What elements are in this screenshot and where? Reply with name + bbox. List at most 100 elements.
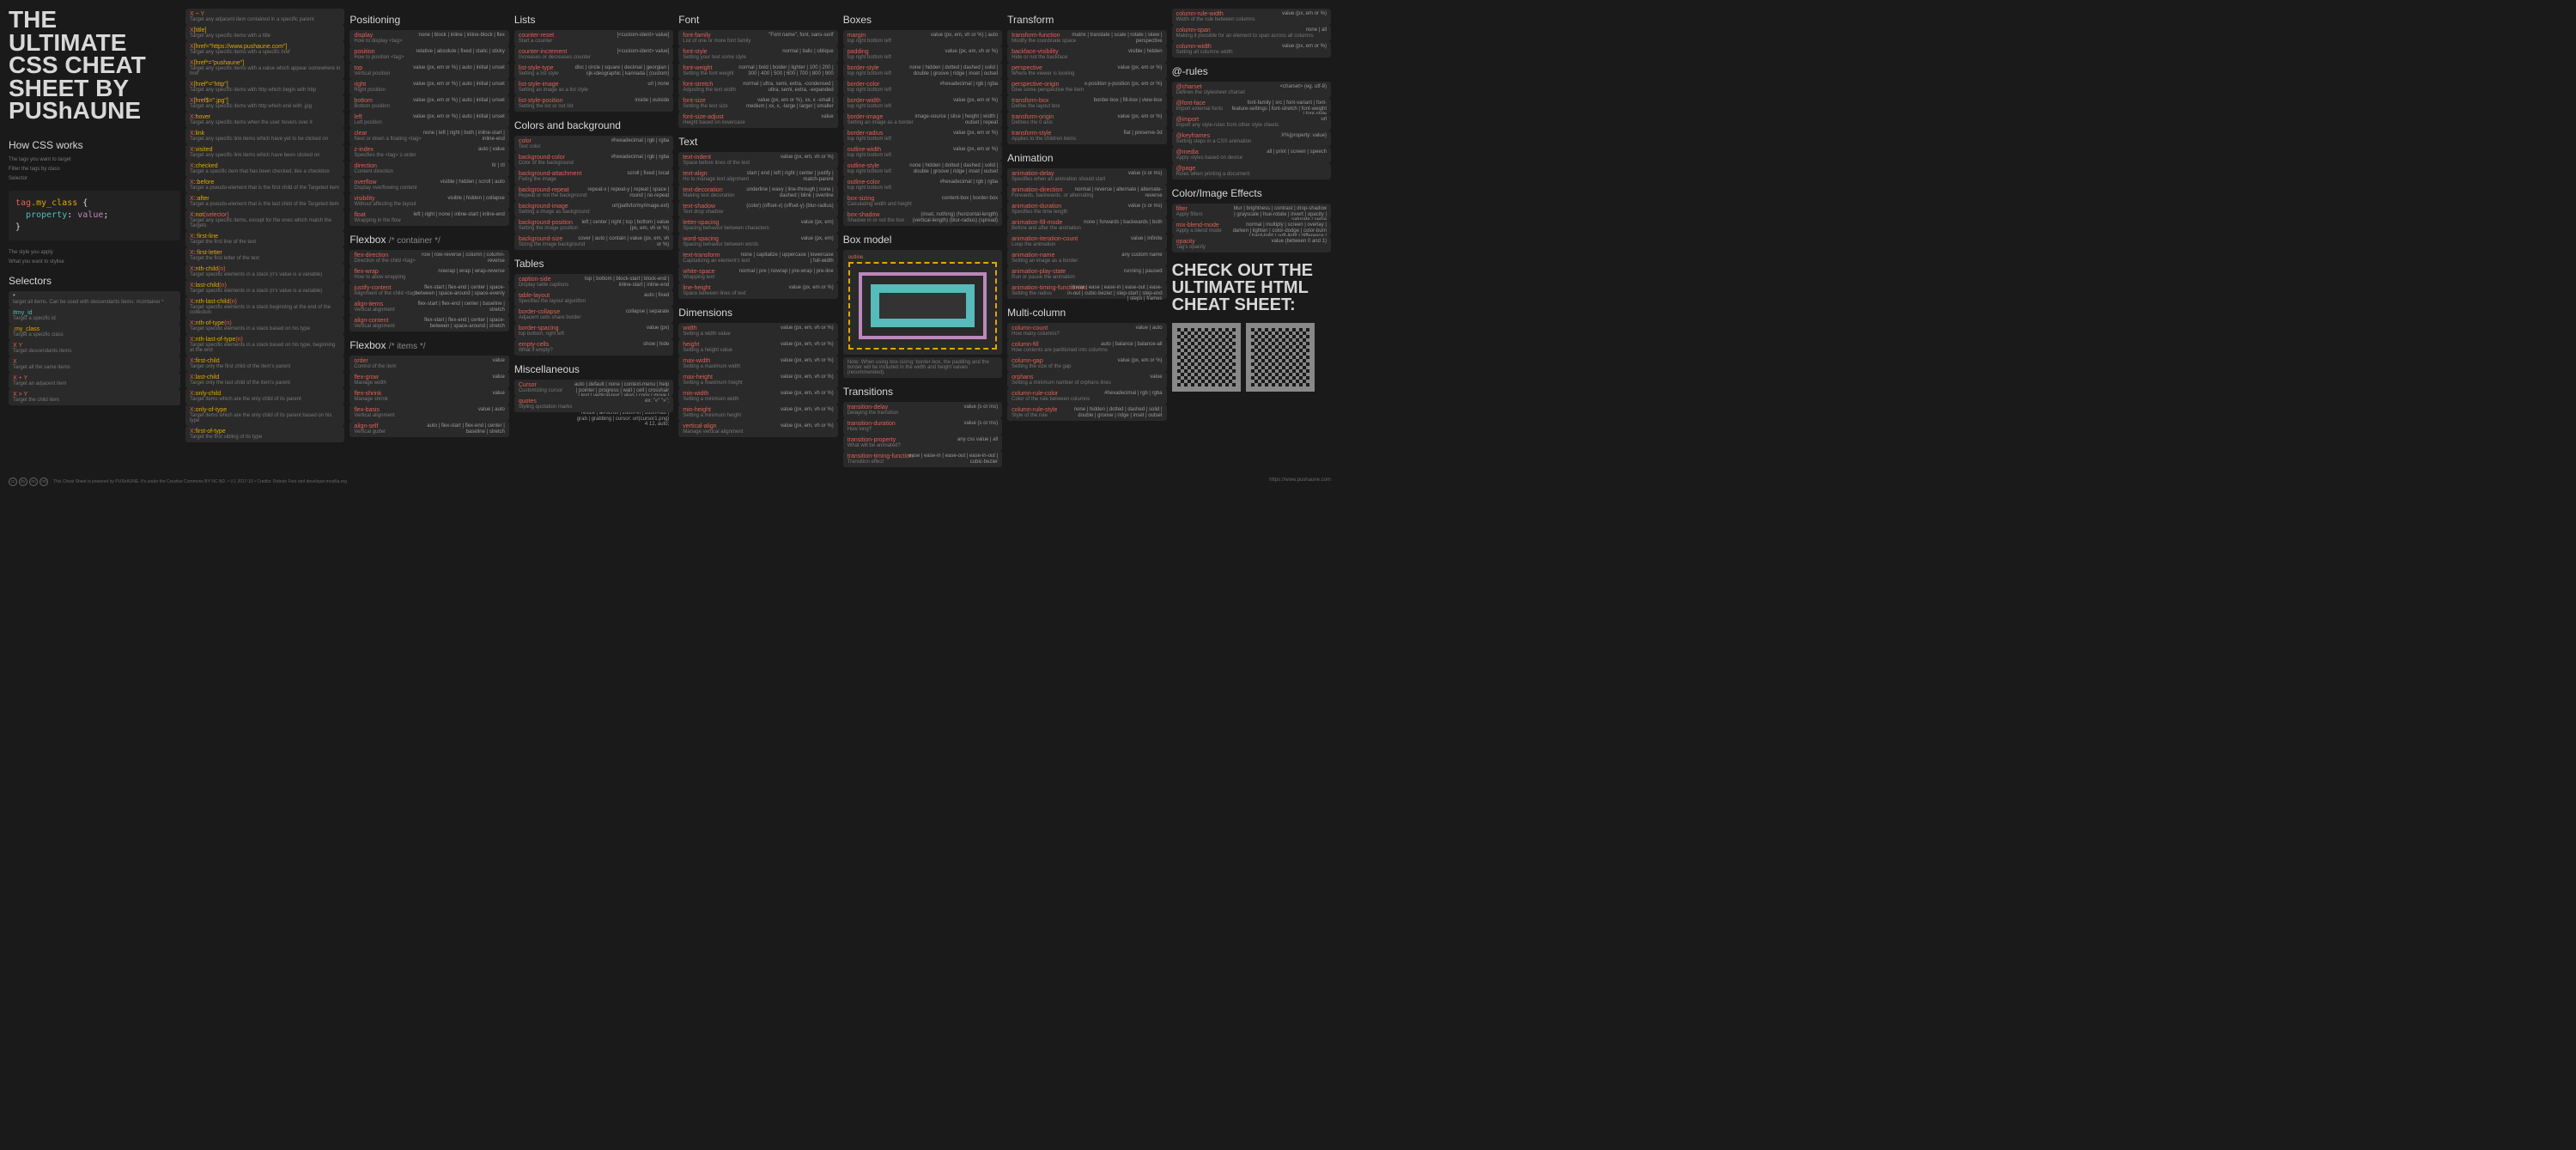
property-card: mix-blend-modenormal | multiply | screen… bbox=[1172, 220, 1331, 236]
property-card: box-sizingcontent-box | border-boxCalcul… bbox=[843, 193, 1002, 210]
property-card: letter-spacingvalue (px, em)Spacing beha… bbox=[678, 217, 837, 234]
property-name: color bbox=[519, 138, 532, 144]
selector-card: X > YTarget the child item bbox=[9, 389, 180, 405]
property-name: animation-fill-mode bbox=[1012, 220, 1062, 226]
selector-desc: Target descendants items bbox=[13, 349, 176, 354]
property-values: auto | balance | balance-all bbox=[1101, 342, 1163, 348]
property-values: #hexadecimal | rgb | rgba bbox=[940, 179, 999, 186]
property-desc: Calculating width and height bbox=[848, 202, 998, 207]
property-name: outline-color bbox=[848, 179, 880, 186]
property-desc: Color of the background bbox=[519, 161, 669, 166]
property-name: caption-side bbox=[519, 277, 551, 283]
selector-name: X:last-child bbox=[190, 374, 219, 380]
property-card: flex-shrinkvalueManage shrink bbox=[349, 388, 508, 405]
property-card: widthvalue (px, em, vh or %)Setting a wi… bbox=[678, 323, 837, 339]
property-values: <charset> (eg. utf-8) bbox=[1280, 84, 1327, 90]
property-values: value bbox=[493, 391, 505, 397]
property-card: outline-stylenone | hidden | dotted | da… bbox=[843, 161, 1002, 177]
selector-card: X:checkedTarget a specific item that has… bbox=[185, 161, 344, 177]
property-values: start | end | left | right | center | ju… bbox=[738, 171, 833, 182]
flexbox-items-heading: Flexbox /* items */ bbox=[349, 339, 508, 351]
property-name: @page bbox=[1176, 166, 1196, 172]
property-values: disc | circle | square | decimal | georg… bbox=[574, 65, 669, 76]
property-card: counter-increment[<custom-ident> value]I… bbox=[514, 46, 673, 63]
property-name: outline-style bbox=[848, 163, 879, 169]
selector-name: X:nth-last-of-type(n) bbox=[190, 337, 243, 343]
property-name: @charset bbox=[1176, 84, 1202, 90]
property-name: min-width bbox=[683, 391, 708, 397]
property-values: ex: "«" "»"; bbox=[645, 399, 669, 405]
property-card: empty-cellsshow | hideWhat if empty? bbox=[514, 339, 673, 356]
property-card: text-align start | end | left | right | c… bbox=[678, 168, 837, 185]
property-desc: Defines the 0 axis bbox=[1012, 120, 1162, 125]
property-desc: Setting a minimum number of orphans line… bbox=[1012, 380, 1162, 386]
property-values: none | left | right | both | inline-star… bbox=[410, 131, 505, 142]
selector-name: X:not(selector) bbox=[190, 212, 229, 218]
property-name: justify-content bbox=[354, 285, 391, 291]
property-values: flat | preserve-3d bbox=[1124, 131, 1163, 137]
property-card: column-rule-stylenone | hidden | dotted … bbox=[1007, 405, 1166, 421]
property-name: text-align bbox=[683, 171, 707, 177]
selector-desc: Target a specific class bbox=[13, 332, 176, 338]
property-values: [<custom-ident> value] bbox=[617, 33, 670, 39]
property-values: all | print | screen | speech bbox=[1267, 149, 1327, 155]
property-name: mix-blend-mode bbox=[1176, 222, 1219, 228]
property-card: border-stylenone | hidden | dotted | das… bbox=[843, 63, 1002, 79]
selector-desc: Target specific elements in a stack (n's… bbox=[190, 272, 340, 277]
property-card: background-imageurl(path/to/my/image.ext… bbox=[514, 201, 673, 217]
property-name: text-shadow bbox=[683, 204, 715, 210]
property-card: transform-functionmatrix | translate | s… bbox=[1007, 30, 1166, 46]
property-values: inside | outside bbox=[635, 98, 669, 104]
property-name: font-size bbox=[683, 98, 705, 104]
property-values: visible | hidden | collapse bbox=[447, 196, 505, 202]
property-desc: Space between lines of text bbox=[683, 291, 833, 296]
property-name: animation-name bbox=[1012, 253, 1054, 259]
property-values: value (px, em or %) bbox=[1118, 65, 1163, 71]
property-card: animation-durationvalue (s or ms)Specifi… bbox=[1007, 201, 1166, 217]
property-values: #hexadecimal | rgb | rgba bbox=[611, 138, 670, 144]
property-desc: Spacing behavior between words bbox=[683, 242, 833, 247]
property-card: min-widthvalue (px, em, vh or %)Setting … bbox=[678, 388, 837, 405]
property-values: ease | ease-in | ease-out | ease-in-out … bbox=[902, 453, 998, 465]
property-values: value | infinite bbox=[1131, 236, 1163, 242]
property-card: background-color#hexadecimal | rgb | rgb… bbox=[514, 152, 673, 168]
selector-desc: target all items. Can be used with desce… bbox=[13, 300, 176, 305]
property-values: value (px, em or %) | auto | initial | u… bbox=[413, 65, 505, 71]
css-example: tag.my_class { property: value; } bbox=[9, 191, 180, 240]
box-model-diagram: outline bbox=[843, 250, 1002, 355]
property-values: normal | pre | nowrap | pre-wrap | pre-l… bbox=[739, 269, 834, 275]
property-name: border-spacing bbox=[519, 326, 559, 332]
property-name: min-height bbox=[683, 407, 711, 413]
property-name: line-height bbox=[683, 285, 710, 291]
property-name: @font-face bbox=[1176, 100, 1206, 106]
boxmodel-heading: Box model bbox=[843, 234, 1002, 246]
col-boxes: Boxes marginvalue (px, em, vh or %) | au… bbox=[843, 9, 1002, 467]
property-card: border-color#hexadecimal | rgb | rgbatop… bbox=[843, 79, 1002, 95]
property-name: table-layout bbox=[519, 293, 550, 299]
property-desc: Tag's opacity bbox=[1176, 245, 1327, 250]
property-values: value (px, em, vh or %) bbox=[781, 374, 834, 380]
property-values: none | hidden | dotted | dashed | solid … bbox=[902, 65, 998, 76]
property-name: align-self bbox=[354, 423, 378, 429]
selector-card: X:last-childTarget only the last child o… bbox=[185, 372, 344, 388]
text-heading: Text bbox=[678, 136, 837, 148]
property-card: outline-color#hexadecimal | rgb | rgbato… bbox=[843, 177, 1002, 193]
property-desc: Width of the rule between columns bbox=[1176, 17, 1327, 22]
property-name: letter-spacing bbox=[683, 220, 719, 226]
property-card: line-heightvalue (px, em or %)Space betw… bbox=[678, 283, 837, 299]
property-card: @font-facefont-family | src | font-varia… bbox=[1172, 98, 1331, 114]
property-name: outline-width bbox=[848, 147, 881, 153]
property-card: animation-play-staterunning | pausedRun … bbox=[1007, 266, 1166, 283]
property-values: url | none bbox=[647, 82, 669, 88]
property-name: transform-origin bbox=[1012, 114, 1054, 120]
property-desc: Setting an image as a border bbox=[1012, 259, 1162, 264]
property-card: align-selfauto | flex-start | flex-end |… bbox=[349, 421, 508, 437]
property-name: list-style-position bbox=[519, 98, 563, 104]
selector-desc: Target a specific id bbox=[13, 316, 176, 321]
property-desc: top right bottom left bbox=[848, 104, 998, 109]
property-name: flex-grow bbox=[354, 374, 378, 380]
property-values: cover | auto | contain | value (px, em, … bbox=[574, 236, 669, 247]
property-card: clearnone | left | right | both | inline… bbox=[349, 128, 508, 144]
property-card: ordervalueControl of the item bbox=[349, 356, 508, 372]
property-card: transition-propertyany css value | allWh… bbox=[843, 435, 1002, 451]
